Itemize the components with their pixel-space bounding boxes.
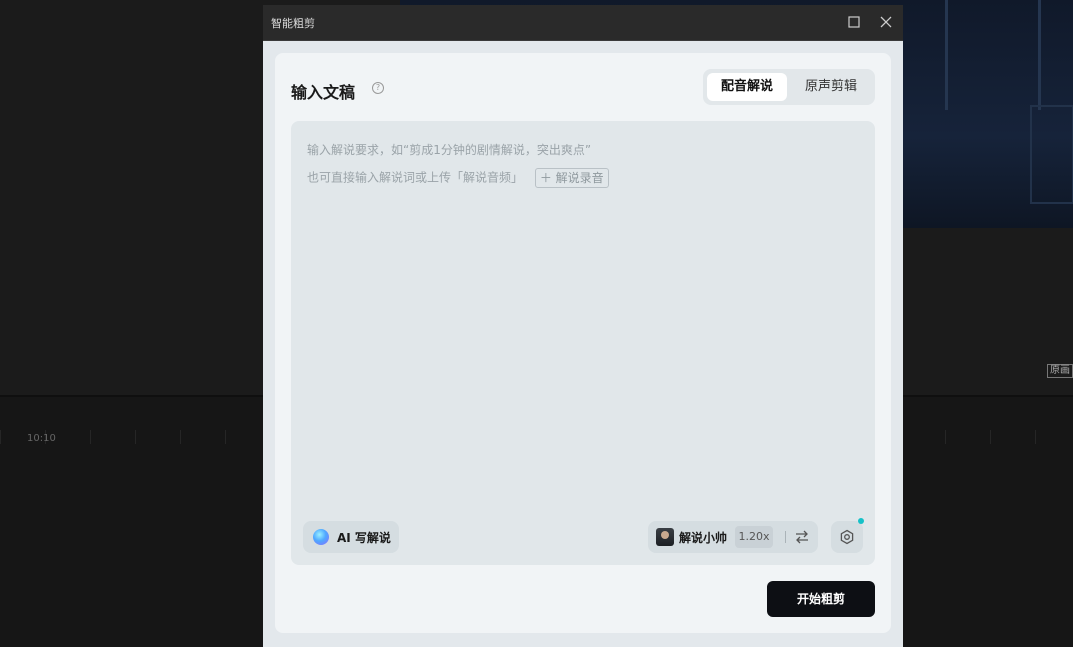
dialog-title: 智能粗剪 xyxy=(271,17,315,30)
voice-avatar xyxy=(656,528,674,546)
maximize-icon[interactable] xyxy=(846,14,862,30)
tab-voiceover-narration[interactable]: 配音解说 xyxy=(707,73,787,101)
timeline-timecode: 10:10 xyxy=(27,433,56,444)
speed-selector[interactable]: 1.20x xyxy=(735,526,773,548)
smart-cut-dialog: 智能粗剪 输入文稿 ? 配音解说 原声剪辑 输入解说要求，如“剪成1分钟的剧情解… xyxy=(263,5,903,647)
script-input[interactable]: 输入解说要求，如“剪成1分钟的剧情解说，突出爽点” 也可直接输入解说词或上传「解… xyxy=(291,121,875,565)
ai-write-label: AI 写解说 xyxy=(337,531,391,545)
start-rough-cut-button[interactable]: 开始粗剪 xyxy=(767,581,875,617)
mode-segmented-control: 配音解说 原声剪辑 xyxy=(703,69,875,105)
placeholder-line-2-text: 也可直接输入解说词或上传「解说音频」 xyxy=(307,170,524,185)
gear-icon xyxy=(840,529,854,545)
voice-name: 解说小帅 xyxy=(679,531,728,545)
close-icon[interactable] xyxy=(878,14,894,30)
divider xyxy=(785,531,786,543)
placeholder-line-1: 输入解说要求，如“剪成1分钟的剧情解说，突出爽点” xyxy=(307,143,592,157)
tab-original-audio-edit[interactable]: 原声剪辑 xyxy=(791,73,871,101)
original-badge[interactable]: 原画 xyxy=(1047,364,1073,378)
ai-orb-icon xyxy=(313,529,329,545)
placeholder-line-2: 也可直接输入解说词或上传「解说音频」 ＋ 解说录音 xyxy=(307,168,609,188)
preview-structure xyxy=(1030,105,1073,204)
ai-write-narration-button[interactable]: AI 写解说 xyxy=(303,521,399,553)
dialog-titlebar: 智能粗剪 xyxy=(263,5,903,41)
swap-icon[interactable] xyxy=(794,529,810,545)
script-panel: 输入文稿 ? 配音解说 原声剪辑 输入解说要求，如“剪成1分钟的剧情解说，突出爽… xyxy=(275,53,891,633)
preview-structure xyxy=(945,0,1041,110)
help-icon[interactable]: ? xyxy=(372,82,384,94)
notification-dot xyxy=(858,518,864,524)
settings-button[interactable] xyxy=(831,521,863,553)
panel-title: 输入文稿 xyxy=(291,83,356,102)
upload-narration-audio-button[interactable]: ＋ 解说录音 xyxy=(534,168,609,188)
voice-selector[interactable]: 解说小帅 1.20x xyxy=(648,521,818,553)
